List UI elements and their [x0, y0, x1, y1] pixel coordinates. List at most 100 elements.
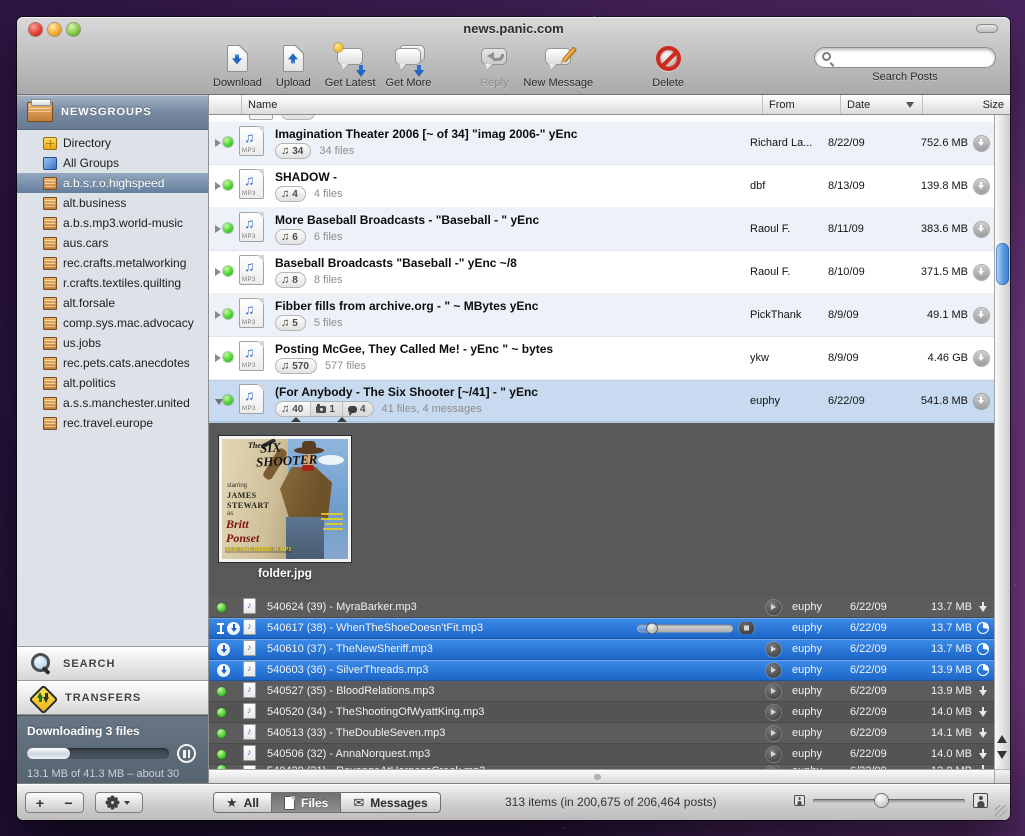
play-button[interactable] — [766, 726, 781, 741]
files-scrollbar[interactable] — [994, 597, 1010, 769]
file-row[interactable]: ♪ 540520 (34) - TheShootingOfWyattKing.m… — [209, 702, 994, 723]
posts-scrollbar[interactable] — [994, 115, 1010, 597]
sidebar-group-item[interactable]: rec.pets.cats.anecdotes — [17, 353, 208, 373]
scroll-up-button[interactable] — [997, 735, 1007, 743]
disclosure-triangle-icon[interactable] — [209, 177, 223, 195]
download-arrow-icon[interactable] — [979, 686, 988, 697]
album-art-thumbnail[interactable]: The SIX SHOOTER starring JAMES STEWART a… — [219, 436, 351, 562]
download-post-button[interactable] — [974, 308, 989, 323]
sidebar-group-item[interactable]: aus.cars — [17, 233, 208, 253]
play-button[interactable] — [766, 663, 781, 678]
resize-grip[interactable] — [995, 805, 1007, 817]
new-message-button[interactable]: New Message — [523, 44, 593, 89]
search-section-header[interactable]: SEARCH — [17, 647, 208, 681]
column-header-from[interactable]: From — [762, 95, 840, 114]
large-size-icon[interactable] — [973, 793, 988, 808]
disclosure-triangle-icon[interactable] — [209, 220, 223, 238]
play-button[interactable] — [766, 600, 781, 615]
download-arrow-icon[interactable] — [979, 749, 988, 760]
download-post-button[interactable] — [974, 394, 989, 409]
disclosure-triangle-icon[interactable] — [209, 306, 223, 324]
get-more-button[interactable]: Get More — [386, 44, 432, 89]
sidebar-group-item[interactable]: rec.travel.europe — [17, 413, 208, 433]
sidebar-group-item[interactable]: r.crafts.textiles.quilting — [17, 273, 208, 293]
file-row[interactable]: ♪ 540610 (37) - TheNewSheriff.mp3 e — [209, 639, 994, 660]
remove-group-button[interactable]: − — [54, 792, 84, 813]
post-row[interactable]: ♫MP3 (For Anybody - The Six Shooter [~/4… — [209, 380, 994, 423]
post-row[interactable]: ♫MP3 Fibber fills from archive.org - " ~… — [209, 294, 994, 337]
disclosure-triangle-icon[interactable] — [209, 263, 223, 281]
download-button[interactable]: Download — [213, 44, 262, 89]
download-arrow-icon[interactable] — [979, 602, 988, 613]
newsgroups-section-header[interactable]: NEWSGROUPS — [17, 95, 208, 130]
mp3-file-icon: ♪ — [243, 724, 256, 740]
horizontal-scroll-thumb[interactable] — [594, 774, 601, 780]
file-row[interactable]: ♪ 540513 (33) - TheDoubleSeven.mp3 — [209, 723, 994, 744]
download-post-button[interactable] — [974, 136, 989, 151]
sidebar-group-item[interactable]: comp.sys.mac.advocacy — [17, 313, 208, 333]
mp3-file-icon: ♪ — [243, 598, 256, 614]
action-menu-button[interactable] — [95, 792, 143, 813]
window-titlebar[interactable]: news.panic.com — [17, 17, 1010, 41]
column-header-date[interactable]: Date — [840, 95, 922, 114]
horizontal-scrollbar[interactable] — [209, 769, 994, 783]
play-button[interactable] — [766, 684, 781, 699]
sidebar-group-item[interactable]: alt.forsale — [17, 293, 208, 313]
disclosure-triangle-icon[interactable] — [209, 349, 223, 367]
post-row[interactable]: ♫MP3 Posting McGee, They Called Me! - yE… — [209, 337, 994, 380]
download-post-button[interactable] — [974, 265, 989, 280]
file-row[interactable]: ♪ 540527 (35) - BloodRelations.mp3 — [209, 681, 994, 702]
play-button[interactable] — [766, 705, 781, 720]
file-row[interactable]: ♪ 540506 (32) - AnnaNorquest.mp3 eu — [209, 744, 994, 765]
sidebar-group-item[interactable]: Directory — [17, 133, 208, 153]
sidebar-group-item[interactable]: a.s.s.manchester.united — [17, 393, 208, 413]
filter-all-button[interactable]: ★All — [213, 792, 272, 813]
column-header-name[interactable]: Name — [241, 95, 762, 114]
size-slider-knob[interactable] — [875, 794, 888, 807]
get-latest-button[interactable]: Get Latest — [325, 44, 376, 89]
play-button[interactable] — [766, 747, 781, 762]
download-post-button[interactable] — [974, 179, 989, 194]
file-row[interactable]: ♪ 540617 (38) - WhenTheShoeDoesn'tFit.mp… — [209, 618, 994, 639]
search-input[interactable] — [814, 47, 996, 68]
disclosure-triangle-icon[interactable] — [209, 134, 223, 152]
sidebar-group-item[interactable]: a.b.s.mp3.world-music — [17, 213, 208, 233]
file-row[interactable]: ♪ 540624 (39) - MyraBarker.mp3 euph — [209, 597, 994, 618]
transfers-section-header[interactable]: TRANSFERS — [17, 681, 208, 715]
reply-button[interactable]: Reply — [477, 44, 511, 89]
small-size-icon[interactable] — [794, 795, 805, 806]
download-post-button[interactable] — [974, 351, 989, 366]
sidebar-group-item[interactable]: alt.politics — [17, 373, 208, 393]
toolbar-toggle-button[interactable] — [976, 24, 998, 33]
pause-button[interactable] — [177, 744, 196, 763]
delete-button[interactable]: Delete — [651, 44, 685, 89]
sidebar-group-item[interactable]: alt.business — [17, 193, 208, 213]
file-row[interactable]: ♪ 540603 (36) - SilverThreads.mp3 e — [209, 660, 994, 681]
post-row[interactable]: ♫MP3 Imagination Theater 2006 [~ of 34] … — [209, 122, 994, 165]
filter-messages-button[interactable]: ✉Messages — [341, 792, 440, 813]
disclosure-triangle-icon[interactable] — [209, 392, 223, 410]
posts-scroll-thumb[interactable] — [996, 243, 1009, 285]
thumbnail-size-slider — [794, 793, 988, 808]
sidebar-group-item[interactable]: rec.crafts.metalworking — [17, 253, 208, 273]
download-post-button[interactable] — [974, 222, 989, 237]
size-slider-track[interactable] — [813, 799, 965, 803]
download-arrow-icon[interactable] — [979, 728, 988, 739]
sidebar-group-item[interactable]: a.b.s.r.o.highspeed — [17, 173, 208, 193]
post-row[interactable]: ♫MP3 Baseball Broadcasts "Baseball -" yE… — [209, 251, 994, 294]
upload-button[interactable]: Upload — [276, 44, 311, 89]
scroll-down-button[interactable] — [997, 751, 1007, 759]
stop-button[interactable] — [739, 622, 754, 634]
download-arrow-icon[interactable] — [979, 707, 988, 718]
post-row[interactable]: ♫MP3 More Baseball Broadcasts - "Basebal… — [209, 208, 994, 251]
filter-files-button[interactable]: Files — [272, 792, 341, 813]
post-row[interactable]: ♫MP3 SHADOW - ♫4 — [209, 165, 994, 208]
sidebar-group-item[interactable]: us.jobs — [17, 333, 208, 353]
play-button[interactable] — [766, 642, 781, 657]
sidebar-group-item[interactable]: All Groups — [17, 153, 208, 173]
add-group-button[interactable]: + — [25, 792, 55, 813]
column-header-size[interactable]: Size — [922, 95, 1010, 114]
playback-progress-slider[interactable] — [637, 624, 733, 632]
mp3-file-icon: ♫MP3 — [239, 255, 264, 285]
slider-knob[interactable] — [647, 623, 657, 633]
